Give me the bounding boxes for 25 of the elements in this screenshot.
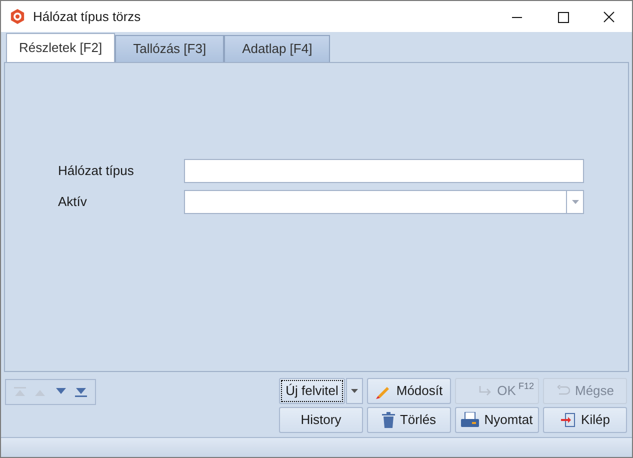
history-button[interactable]: History bbox=[279, 407, 363, 433]
field-label: Aktív bbox=[58, 193, 88, 212]
exit-door-icon bbox=[560, 412, 576, 428]
text-field[interactable] bbox=[184, 159, 584, 183]
last-record-icon[interactable] bbox=[74, 387, 87, 397]
delete-button[interactable]: Törlés bbox=[367, 407, 451, 433]
printer-icon bbox=[461, 412, 480, 428]
new-record-button[interactable]: Új felvitel bbox=[279, 378, 345, 404]
tab[interactable]: Adatlap [F4] bbox=[224, 35, 330, 62]
return-arrow-icon bbox=[478, 385, 492, 397]
dropdown-button[interactable] bbox=[346, 378, 363, 404]
tab[interactable]: Részletek [F2] bbox=[6, 33, 116, 62]
shortcut-label: F12 bbox=[518, 380, 534, 393]
undo-icon bbox=[556, 385, 570, 397]
dropdown-field[interactable] bbox=[184, 190, 584, 214]
tab[interactable]: Tallózás [F3] bbox=[115, 35, 224, 62]
caret-icon bbox=[572, 200, 578, 204]
window-title: Hálózat típus törzs bbox=[33, 8, 141, 26]
exit-button[interactable]: Kilép bbox=[543, 407, 627, 433]
app-logo-icon bbox=[10, 9, 25, 24]
field-label: Hálózat típus bbox=[58, 162, 135, 180]
edit-button[interactable]: Módosít bbox=[367, 378, 451, 404]
print-button[interactable]: Nyomtat bbox=[455, 407, 539, 433]
trash-icon bbox=[382, 412, 395, 428]
caret-icon bbox=[351, 389, 358, 393]
